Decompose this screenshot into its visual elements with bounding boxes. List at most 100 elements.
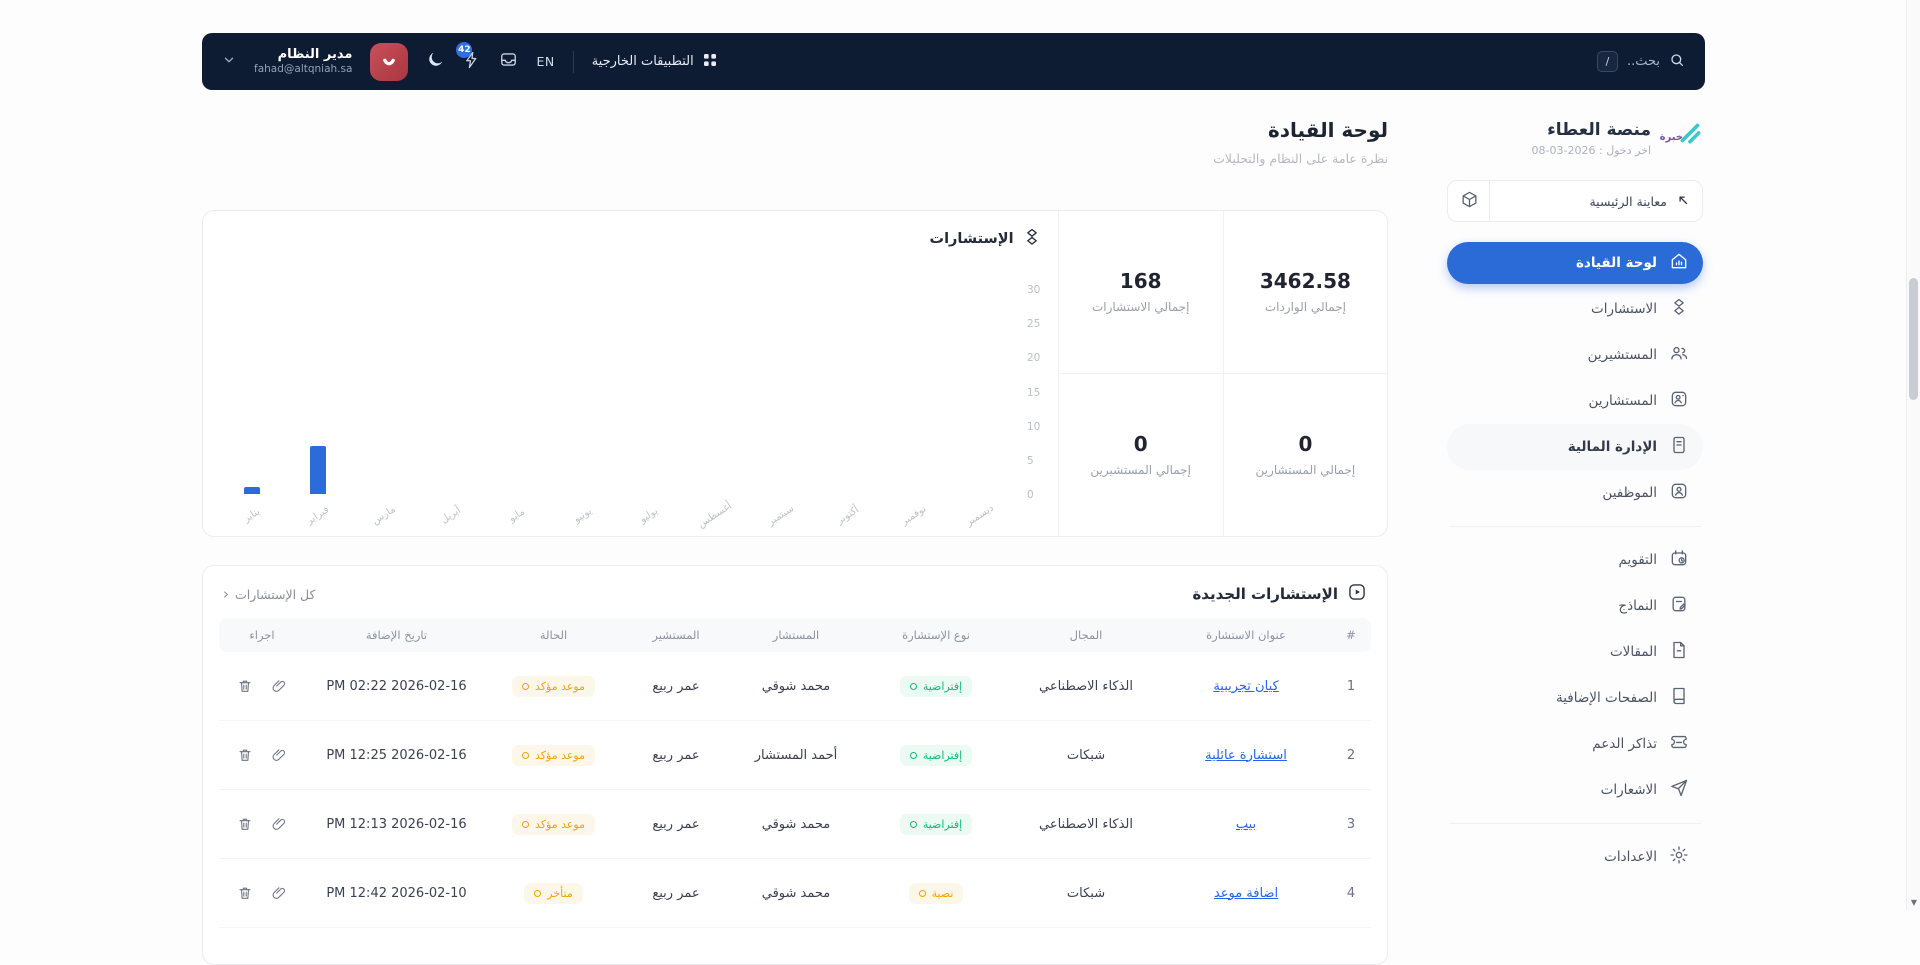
search-input[interactable]: بحث.. / [1597,51,1685,72]
stat-value: 0 [1134,432,1148,456]
consultations-chart: الإستشارات 051015202530ينايرفبرايرمارسأب… [203,211,1058,536]
page-scrollbar[interactable]: ▼ [1906,0,1920,910]
x-axis-label: ديسمبر [953,496,1006,536]
client-cell: عمر ربيع [621,817,731,832]
x-axis-label: يناير [226,496,279,536]
date-cell: PM 02:22 2026-02-16 [307,679,486,694]
consultation-title-link[interactable]: استشارة عائلية [1205,748,1287,763]
sidebar-item-user-card[interactable]: المستشارين [1447,378,1703,424]
sidebar-item-article[interactable]: المقالات [1447,629,1703,675]
date-cell: PM 12:42 2026-02-10 [307,886,486,901]
package-icon[interactable] [1460,190,1480,213]
calendar-icon [1669,548,1689,568]
consultation-title-link[interactable]: كيان تجريبية [1213,679,1278,694]
view-all-label: كل الإستشارات [235,587,315,602]
delete-button[interactable] [237,885,253,901]
date-cell: PM 12:25 2026-02-16 [307,748,486,763]
stat-value: 168 [1120,269,1162,293]
sidebar-item-form[interactable]: النماذج [1447,583,1703,629]
sidebar-item-ticket[interactable]: تذاكر الدعم [1447,721,1703,767]
x-axis-label: سبتمبر [755,496,808,536]
table-row: 4اضافة موعدشبكاتنصيةمحمد شوقيعمر ربيعمتأ… [219,859,1371,928]
attach-button[interactable] [271,816,287,832]
users-icon [1669,343,1689,363]
consultation-title-link[interactable]: بيب [1236,817,1256,832]
scrollbar-thumb[interactable] [1909,278,1918,400]
sidebar-item-label: الإدارة المالية [1568,439,1657,455]
table-title: الإستشارات الجديدة [1192,585,1338,603]
consultant-cell: محمد شوقي [731,817,861,832]
column-header: تاريخ الإضافة [307,628,486,642]
sidebar-item-pages[interactable]: الصفحات الإضافية [1447,675,1703,721]
column-header: نوع الإستشارة [861,628,1011,642]
delete-button[interactable] [237,816,253,832]
scroll-down-arrow[interactable]: ▼ [1907,898,1920,907]
sidebar-item-users[interactable]: المستشيرين [1447,332,1703,378]
consultations-overview-card: الإستشارات 051015202530ينايرفبرايرمارسأب… [202,210,1388,537]
sidebar-item-gear[interactable]: الاعدادات [1447,834,1703,880]
y-axis-tick: 10 [1027,421,1051,433]
column-header: المستشار [731,628,861,642]
badge-dot-icon [522,752,529,759]
stat-label: إجمالي المستشيرين [1090,463,1191,477]
preview-home-button[interactable]: معاينة الرئيسية [1447,180,1703,222]
sidebar-item-label: تذاكر الدعم [1592,736,1657,752]
y-axis-tick: 0 [1027,489,1051,501]
consultation-title-link[interactable]: اضافة موعد [1214,886,1278,901]
status-badge: موعد مؤكد [512,676,595,697]
attach-button[interactable] [271,885,287,901]
sidebar-item-label: المقالات [1610,644,1657,660]
sidebar-item-employee[interactable]: الموظفين [1447,470,1703,516]
article-icon [1669,640,1689,660]
stat-cell: 0 إجمالي المستشيرين [1059,374,1223,537]
badge-dot-icon [910,752,917,759]
last-login: اخر دخول : 2026-03-08 [1532,144,1651,157]
view-all-consultations-link[interactable]: كل الإستشارات ‹ [223,587,315,602]
main-content: لوحة القيادة نظرة عامة على النظام والتحل… [202,0,1388,910]
badge-dot-icon [534,890,541,897]
sidebar-item-label: النماذج [1618,598,1657,614]
search-shortcut-key: / [1597,51,1618,72]
date-cell: PM 12:13 2026-02-16 [307,817,486,832]
y-axis-tick: 30 [1027,284,1051,296]
status-badge: موعد مؤكد [512,745,595,766]
client-cell: عمر ربيع [621,679,731,694]
sidebar-item-label: الصفحات الإضافية [1556,690,1657,706]
type-badge: إفتراضية [900,676,972,697]
sidebar-menu: لوحة القيادة الاستشارات المستشيرين المستشار… [1447,240,1703,880]
sidebar-item-layers[interactable]: الاستشارات [1447,286,1703,332]
sidebar-item-receipt[interactable]: الإدارة المالية [1447,424,1703,470]
search-icon [1669,52,1685,72]
sidebar-item-calendar[interactable]: التقويم [1447,537,1703,583]
paperclip-icon [271,747,287,763]
row-actions [217,816,307,832]
stat-cell: 0إجمالي المستشارين [1223,374,1387,537]
brand: خبرة منصة العطاء اخر دخول : 2026-03-08 [1447,118,1703,158]
row-number: 2 [1331,748,1371,763]
form-icon [1669,594,1689,614]
paperclip-icon [271,678,287,694]
sidebar-item-home[interactable]: لوحة القيادة [1447,242,1703,284]
page-subtitle: نظرة عامة على النظام والتحليلات [1213,151,1388,166]
sidebar-item-send[interactable]: الاشعارات [1447,767,1703,813]
row-actions [217,885,307,901]
attach-button[interactable] [271,678,287,694]
sidebar-item-label: لوحة القيادة [1576,255,1657,271]
table-header-row: #عنوان الاستشارةالمجالنوع الإستشارةالمست… [219,618,1371,652]
new-consultations-card: الإستشارات الجديدة كل الإستشارات ‹ #عنوا… [202,565,1388,965]
trash-icon [237,816,253,832]
sidebar-item-label: المستشيرين [1588,347,1657,363]
user-card-icon [1669,389,1689,409]
table-row: 3بيبالذكاء الاصطناعيإفتراضيةمحمد شوقيعمر… [219,790,1371,859]
y-axis-tick: 20 [1027,352,1051,364]
delete-button[interactable] [237,678,253,694]
preview-divider [1489,180,1490,222]
y-axis-tick: 25 [1027,318,1051,330]
attach-button[interactable] [271,747,287,763]
x-axis-label: يوليو [623,496,676,536]
client-cell: عمر ربيع [621,886,731,901]
type-badge: إفتراضية [900,814,972,835]
badge-dot-icon [522,821,529,828]
delete-button[interactable] [237,747,253,763]
consultant-cell: أحمد المستشار [731,748,861,763]
